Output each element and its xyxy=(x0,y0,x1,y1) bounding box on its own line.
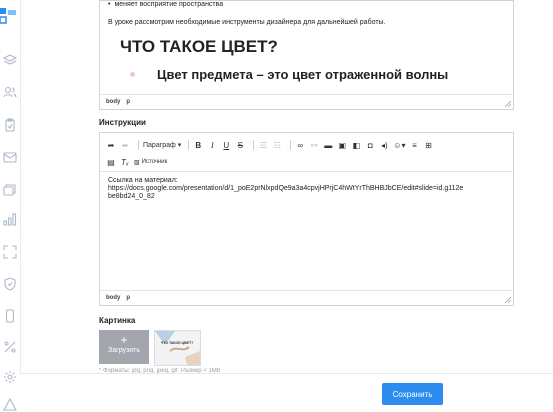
footer-bar xyxy=(20,373,553,410)
intro-paragraph: В уроке рассмотрим необходимые инструмен… xyxy=(108,19,386,26)
toolbar-row-2: ▤ Tₓ ▧ Источник xyxy=(106,154,171,170)
redo-icon[interactable]: ➦ xyxy=(120,138,130,152)
users-icon[interactable] xyxy=(3,85,17,99)
save-button[interactable]: Сохранить xyxy=(382,383,443,405)
clear-format-icon[interactable]: Tₓ xyxy=(120,155,130,169)
image-thumbnail[interactable]: ЧТО ТАКОЕ ЦВЕТ? xyxy=(154,330,201,366)
thumbnail-caption: ЧТО ТАКОЕ ЦВЕТ? xyxy=(161,341,194,345)
instructions-title: Инструкции xyxy=(99,118,146,127)
table-icon[interactable]: ⊞ xyxy=(423,138,433,152)
toolbar-row-1: ➦ ➦ Параграф ▾ B I U S ☰ ☷ ∞ ⚯ ▬ ▣ ◧ ◘ ◂… xyxy=(106,137,437,153)
link-icon[interactable]: ∞ xyxy=(295,138,305,152)
source-code-button[interactable]: ▧ Источник xyxy=(134,155,167,169)
sidebar xyxy=(0,0,21,412)
instructions-editor[interactable]: ➦ ➦ Параграф ▾ B I U S ☰ ☷ ∞ ⚯ ▬ ▣ ◧ ◘ ◂… xyxy=(99,132,514,306)
percent-icon[interactable] xyxy=(3,340,17,354)
slide-heading: ЧТО ТАКОЕ ЦВЕТ? xyxy=(120,37,278,56)
status-path-body[interactable]: body xyxy=(106,99,120,105)
toolbar-divider xyxy=(290,140,292,150)
bullet-dot xyxy=(130,72,135,77)
anchor-icon[interactable]: ▬ xyxy=(323,138,333,152)
editor-toolbar: ➦ ➦ Параграф ▾ B I U S ☰ ☷ ∞ ⚯ ▬ ▣ ◧ ◘ ◂… xyxy=(100,133,513,172)
format-select-label: Параграф xyxy=(143,142,176,149)
status-path-p[interactable]: p xyxy=(126,295,130,301)
upload-button[interactable]: + Загрузить xyxy=(99,330,149,364)
source-code-label: Источник xyxy=(141,159,168,165)
lesson-content-editor[interactable]: • меняет восприятие пространства В уроке … xyxy=(99,0,514,110)
bar-chart-icon[interactable] xyxy=(3,212,17,226)
resize-handle-icon[interactable] xyxy=(505,297,511,303)
layers-icon[interactable] xyxy=(3,53,17,67)
paste-text-icon[interactable]: ▤ xyxy=(106,155,116,169)
toolbar-divider xyxy=(253,140,255,150)
status-bar: body p xyxy=(100,94,513,109)
media-icon[interactable]: ◘ xyxy=(365,138,375,152)
mail-icon[interactable] xyxy=(3,150,17,164)
audio-icon[interactable]: ◂) xyxy=(379,138,389,152)
numbered-list-icon[interactable]: ☰ xyxy=(258,138,268,152)
status-path-p[interactable]: p xyxy=(126,99,130,105)
slide-subheading: Цвет предмета – это цвет отраженной волн… xyxy=(157,67,449,82)
editor-content[interactable]: Ссылка на материал: https://docs.google.… xyxy=(100,177,513,289)
upload-label: Загрузить xyxy=(108,347,140,354)
toolbar-divider xyxy=(188,140,190,150)
mobile-icon[interactable] xyxy=(3,309,17,323)
bold-icon[interactable]: B xyxy=(193,138,203,152)
source-code-icon: ▧ xyxy=(134,159,140,166)
emoji-icon[interactable]: ☺▾ xyxy=(393,138,405,152)
italic-icon[interactable]: I xyxy=(207,138,217,152)
resize-handle-icon[interactable] xyxy=(505,101,511,107)
material-link[interactable]: https://docs.google.com/presentation/d/1… xyxy=(108,185,505,193)
chevron-down-icon: ▾ xyxy=(177,142,182,149)
clipboard-icon[interactable] xyxy=(3,118,17,132)
format-select[interactable]: Параграф ▾ xyxy=(143,141,184,149)
status-path-body[interactable]: body xyxy=(106,295,120,301)
editor-content[interactable]: • меняет восприятие пространства В уроке … xyxy=(100,1,513,94)
slide-subheading-row: Цвет предмета – это цвет отраженной волн… xyxy=(108,67,505,82)
thumbnail-image: ЧТО ТАКОЕ ЦВЕТ? xyxy=(155,331,200,365)
strikethrough-icon[interactable]: S xyxy=(235,138,245,152)
bullet-text: меняет восприятие пространства xyxy=(114,1,224,8)
video-icon[interactable]: ◧ xyxy=(351,138,361,152)
content-line: Ссылка на материал: xyxy=(108,177,178,184)
plus-icon: + xyxy=(120,333,128,347)
picture-title: Картинка xyxy=(99,316,136,325)
settings-icon[interactable] xyxy=(3,370,17,384)
toolbar-divider xyxy=(138,140,139,150)
content-line: be8bd24_0_82 xyxy=(108,193,155,200)
bullet-item: • меняет восприятие пространства xyxy=(108,1,224,8)
logo-icon[interactable] xyxy=(0,8,18,28)
horizontal-rule-icon[interactable]: ≡ xyxy=(409,138,419,152)
underline-icon[interactable]: U xyxy=(221,138,231,152)
undo-icon[interactable]: ➦ xyxy=(106,138,116,152)
bullet-list-icon[interactable]: ☷ xyxy=(272,138,282,152)
warning-icon[interactable] xyxy=(3,398,17,412)
status-bar: body p xyxy=(100,290,513,305)
expand-icon[interactable] xyxy=(3,245,17,259)
stack-icon[interactable] xyxy=(3,182,17,196)
shield-icon[interactable] xyxy=(3,277,17,291)
unlink-icon[interactable]: ⚯ xyxy=(309,138,319,152)
image-icon[interactable]: ▣ xyxy=(337,138,347,152)
